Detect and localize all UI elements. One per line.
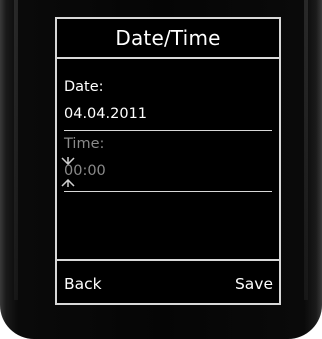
cursor-bottom-icon: [61, 179, 75, 187]
softkey-divider: [57, 259, 279, 261]
time-field-underline: [64, 191, 272, 192]
time-label: Time:: [64, 136, 105, 152]
back-softkey[interactable]: Back: [64, 275, 102, 293]
phone-bezel: Date/Time Date: 04.04.2011 Time: 00:00 B…: [0, 0, 322, 339]
save-softkey[interactable]: Save: [235, 275, 273, 293]
date-field-underline: [64, 130, 272, 131]
date-field[interactable]: 04.04.2011: [64, 106, 147, 122]
screen-title: Date/Time: [57, 19, 279, 59]
display-screen: Date/Time Date: 04.04.2011 Time: 00:00 B…: [55, 17, 281, 305]
bezel-edge-left: [14, 0, 18, 300]
date-label: Date:: [64, 79, 104, 95]
bezel-edge-right: [304, 0, 308, 300]
time-field[interactable]: 00:00: [64, 163, 106, 179]
